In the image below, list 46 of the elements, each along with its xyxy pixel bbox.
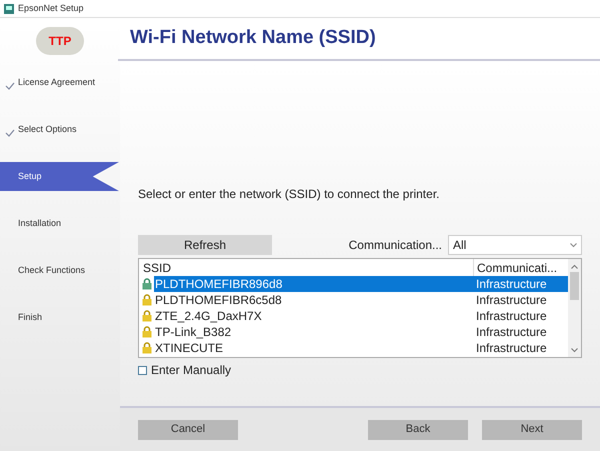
filter-label: Communication... xyxy=(348,237,442,254)
lock-icon xyxy=(142,294,152,306)
logo: TTP xyxy=(36,27,84,55)
checkmark-icon xyxy=(5,82,15,90)
sidebar-step: Select Options xyxy=(0,115,120,144)
network-row[interactable]: PLDTHOMEFIBR6c5d8 Infrastructure xyxy=(139,292,568,308)
mode-cell-text: Infrastructure xyxy=(475,340,548,356)
refresh-button[interactable]: Refresh xyxy=(138,235,272,255)
cancel-button[interactable]: Cancel xyxy=(138,420,238,440)
scrollbar-thumb[interactable] xyxy=(570,272,579,300)
scroll-up-icon[interactable] xyxy=(571,264,578,269)
lock-icon xyxy=(142,278,152,290)
network-row[interactable]: PLDTHOMEFIBR896d8 Infrastructure xyxy=(139,276,568,292)
sidebar-step: License Agreement xyxy=(0,68,120,97)
scroll-down-icon[interactable] xyxy=(571,348,578,353)
scrollbar[interactable] xyxy=(568,259,581,357)
mode-cell-text: Infrastructure xyxy=(475,292,548,308)
ssid-cell-text: XTINECUTE xyxy=(154,340,224,356)
lock-icon xyxy=(142,310,152,322)
filter-dropdown[interactable]: All xyxy=(448,235,582,255)
sidebar-step: Installation xyxy=(0,209,120,238)
ssid-cell-text: TP-Link_B382 xyxy=(154,324,232,340)
sidebar-step: Check Functions xyxy=(0,256,120,285)
app-icon xyxy=(4,4,14,14)
chevron-down-icon xyxy=(570,242,577,248)
sidebar-step: Finish xyxy=(0,303,120,332)
network-row[interactable]: XTINECUTE Infrastructure xyxy=(139,340,568,356)
sidebar-step: Setup xyxy=(0,162,119,191)
enter-manually-checkbox[interactable]: Enter Manually xyxy=(138,361,582,379)
column-header: SSID xyxy=(142,260,172,276)
checkmark-icon xyxy=(5,129,15,137)
network-row[interactable]: ZTE_2.4G_DaxH7X Infrastructure xyxy=(139,308,568,324)
lock-icon xyxy=(142,342,152,354)
mode-cell-text: Infrastructure xyxy=(475,308,548,324)
mode-cell: Infrastructure xyxy=(473,276,568,292)
ssid-cell-text: PLDTHOMEFIBR6c5d8 xyxy=(154,292,283,308)
window-title: EpsonNet Setup xyxy=(18,2,84,15)
mode-cell-text: Infrastructure xyxy=(475,324,548,340)
instruction-text: Select or enter the network (SSID) to connect the printer. xyxy=(138,186,440,203)
ssid-cell-text: ZTE_2.4G_DaxH7X xyxy=(154,308,263,324)
page-title: Wi-Fi Network Name (SSID) xyxy=(130,26,376,50)
next-button[interactable]: Next xyxy=(482,420,582,440)
lock-icon xyxy=(142,326,152,338)
ssid-cell: PLDTHOMEFIBR896d8 xyxy=(154,276,473,292)
network-row[interactable]: TP-Link_B382 Infrastructure xyxy=(139,324,568,340)
back-button[interactable]: Back xyxy=(368,420,468,440)
